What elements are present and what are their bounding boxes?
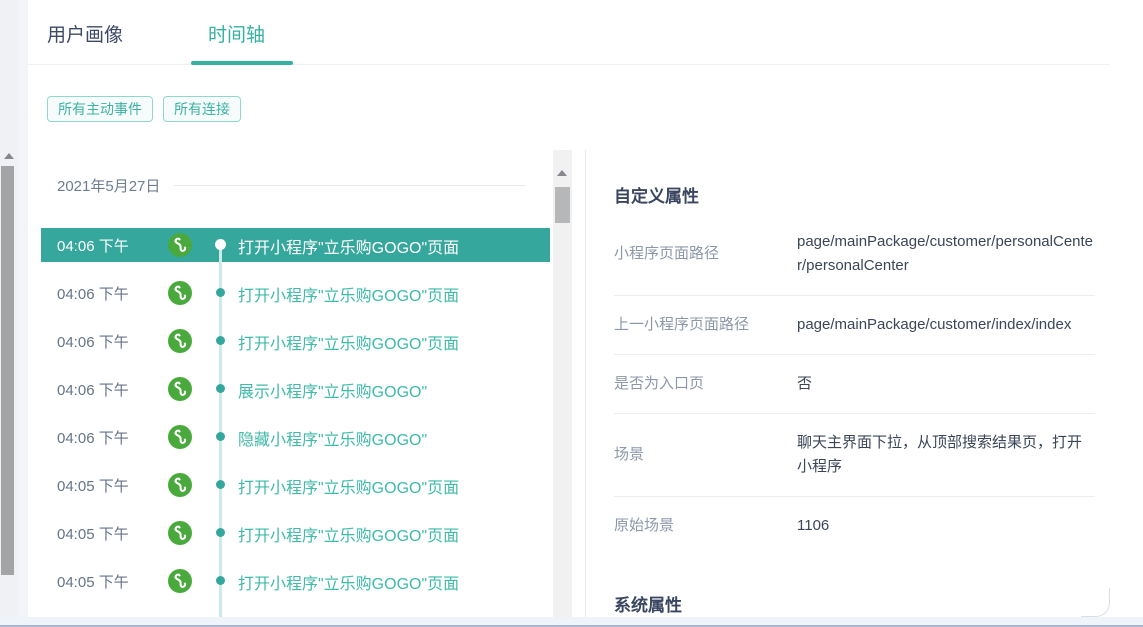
event-title[interactable]: 打开小程序"立乐购GOGO"页面 — [238, 522, 459, 546]
property-row: 原始场景 1106 — [614, 497, 1095, 555]
timeline-event-row[interactable]: 04:05 下午 打开小程序"立乐购GOGO"页面 — [28, 557, 553, 605]
property-label: 场景 — [614, 443, 797, 467]
event-time: 04:05 下午 — [57, 475, 129, 496]
event-time: 04:05 下午 — [57, 523, 129, 544]
timeline-event-row[interactable]: 04:05 下午 打开小程序"立乐购GOGO"页面 — [28, 509, 553, 557]
timeline-dot — [216, 384, 225, 393]
event-title[interactable]: 打开小程序"立乐购GOGO"页面 — [238, 330, 459, 354]
wechat-miniprogram-icon — [168, 521, 192, 545]
bottom-window-edge — [0, 617, 1143, 627]
timeline-event-row[interactable]: 04:06 下午 隐藏小程序"立乐购GOGO" — [28, 413, 553, 461]
wechat-miniprogram-icon — [168, 329, 192, 353]
filter-chips: 所有主动事件 所有连接 — [47, 96, 241, 122]
content-card: 用户画像 时间轴 所有主动事件 所有连接 2021年5月27日 04:06 下午 — [28, 0, 1110, 617]
event-time: 04:06 下午 — [57, 283, 129, 304]
date-label: 2021年5月27日 — [57, 175, 160, 196]
property-row: 小程序页面路径 page/mainPackage/customer/person… — [614, 213, 1095, 296]
timeline-event-row[interactable]: 04:06 下午 打开小程序"立乐购GOGO"页面 — [28, 221, 553, 269]
event-title[interactable]: 打开小程序"立乐购GOGO"页面 — [238, 282, 459, 306]
property-value: 否 — [797, 372, 1095, 396]
panel-divider — [585, 150, 586, 617]
user-timeline-page: 用户画像 时间轴 所有主动事件 所有连接 2021年5月27日 04:06 下午 — [0, 0, 1143, 627]
property-row: 场景 聊天主界面下拉，从顶部搜索结果页，打开小程序 — [614, 414, 1095, 497]
timeline-list-scrollbar[interactable] — [553, 150, 572, 617]
property-value: page/mainPackage/customer/index/index — [797, 313, 1095, 337]
property-value: 聊天主界面下拉，从顶部搜索结果页，打开小程序 — [797, 431, 1095, 479]
wechat-miniprogram-icon — [168, 233, 192, 257]
active-tab-underline — [191, 61, 293, 65]
property-label: 原始场景 — [614, 514, 797, 538]
timeline-event-row[interactable]: 04:05 下午 打开小程序"立乐购GOGO"页面 — [28, 461, 553, 509]
event-title[interactable]: 打开小程序"立乐购GOGO"页面 — [238, 474, 459, 498]
scroll-up-icon[interactable] — [557, 170, 567, 176]
wechat-miniprogram-icon — [168, 377, 192, 401]
property-label: 是否为入口页 — [614, 372, 797, 396]
event-title[interactable]: 打开小程序"立乐购GOGO"页面 — [238, 570, 459, 594]
custom-properties-title: 自定义属性 — [614, 182, 1095, 207]
date-header: 2021年5月27日 — [57, 175, 525, 196]
timeline-dot — [216, 288, 225, 297]
date-divider-line — [174, 185, 525, 186]
filter-all-active-events[interactable]: 所有主动事件 — [47, 96, 153, 122]
left-gutter — [18, 0, 28, 617]
timeline-list: 2021年5月27日 04:06 下午 打开小程序"立乐购GOGO"页面 04:… — [28, 150, 553, 617]
event-time: 04:06 下午 — [57, 427, 129, 448]
event-details-panel: 自定义属性 小程序页面路径 page/mainPackage/customer/… — [614, 150, 1095, 617]
wechat-miniprogram-icon — [168, 569, 192, 593]
timeline-vertical-line — [219, 244, 222, 617]
timeline-dot — [216, 336, 225, 345]
tab-timeline[interactable]: 时间轴 — [208, 20, 265, 47]
outer-scrollbar-thumb[interactable] — [1, 166, 14, 575]
timeline-dot — [216, 480, 225, 489]
wechat-miniprogram-icon — [168, 473, 192, 497]
event-title[interactable]: 隐藏小程序"立乐购GOGO" — [238, 426, 427, 450]
wechat-miniprogram-icon — [168, 281, 192, 305]
property-row: 上一小程序页面路径 page/mainPackage/customer/inde… — [614, 296, 1095, 355]
event-title[interactable]: 打开小程序"立乐购GOGO"页面 — [238, 234, 459, 258]
list-scrollbar-thumb[interactable] — [555, 187, 570, 223]
outer-vertical-scrollbar[interactable] — [0, 0, 18, 627]
timeline-dot — [215, 239, 226, 250]
event-time: 04:06 下午 — [57, 379, 129, 400]
property-label: 小程序页面路径 — [614, 242, 797, 266]
event-time: 04:06 下午 — [57, 235, 129, 256]
tabs-bar: 用户画像 时间轴 — [28, 0, 1110, 65]
property-row: 是否为入口页 否 — [614, 355, 1095, 414]
timeline-dot — [216, 576, 225, 585]
wechat-miniprogram-icon — [168, 425, 192, 449]
timeline-dot — [216, 528, 225, 537]
timeline-event-row[interactable]: 04:06 下午 展示小程序"立乐购GOGO" — [28, 365, 553, 413]
event-list: 04:06 下午 打开小程序"立乐购GOGO"页面 04:06 下午 打开小程序… — [28, 221, 553, 605]
scroll-up-icon[interactable] — [4, 153, 14, 159]
filter-all-connections[interactable]: 所有连接 — [163, 96, 241, 122]
timeline-event-row[interactable]: 04:06 下午 打开小程序"立乐购GOGO"页面 — [28, 269, 553, 317]
property-label: 上一小程序页面路径 — [614, 313, 797, 337]
tab-user-profile[interactable]: 用户画像 — [47, 20, 123, 47]
event-time: 04:06 下午 — [57, 331, 129, 352]
event-title[interactable]: 展示小程序"立乐购GOGO" — [238, 378, 427, 402]
timeline-event-row[interactable]: 04:06 下午 打开小程序"立乐购GOGO"页面 — [28, 317, 553, 365]
property-value: 1106 — [797, 514, 1095, 538]
system-properties-title: 系统属性 — [614, 591, 1095, 616]
property-value: page/mainPackage/customer/personalCenter… — [797, 230, 1095, 278]
timeline-dot — [216, 432, 225, 441]
event-time: 04:05 下午 — [57, 571, 129, 592]
